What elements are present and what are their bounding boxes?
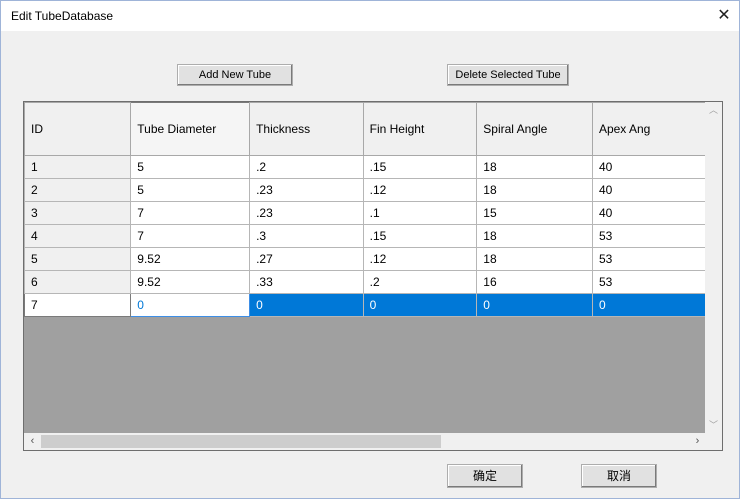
table-cell[interactable]: 0 xyxy=(362,293,478,317)
row-header-cell[interactable]: 1 xyxy=(24,155,132,179)
close-icon[interactable]: ✕ xyxy=(715,7,733,25)
row-header-cell[interactable]: 7 xyxy=(24,293,132,317)
row-header-cell[interactable]: 3 xyxy=(24,201,132,225)
column-header-tube-diameter[interactable]: Tube Diameter xyxy=(130,102,251,156)
title-bar: Edit TubeDatabase ✕ xyxy=(1,1,739,31)
table-cell[interactable]: 15 xyxy=(476,201,593,225)
table-row[interactable]: 3 7.23.1 15 40 xyxy=(24,201,706,225)
table-cell[interactable]: 40 xyxy=(591,178,706,202)
tube-data-grid: ID Tube Diameter Thickness Fin Height Sp… xyxy=(23,101,723,451)
column-header-fin-height[interactable]: Fin Height xyxy=(362,102,478,156)
column-header-id[interactable]: ID xyxy=(24,102,132,156)
column-header-spiral-angle[interactable]: Spiral Angle xyxy=(476,102,593,156)
table-cell[interactable]: 5 xyxy=(130,155,251,179)
table-cell[interactable]: 18 xyxy=(476,224,593,248)
table-cell[interactable]: .15 xyxy=(362,224,478,248)
scroll-right-icon[interactable]: › xyxy=(689,433,706,450)
cancel-button[interactable]: 取消 xyxy=(581,464,657,488)
window-title: Edit TubeDatabase xyxy=(11,9,114,23)
row-header-cell[interactable]: 4 xyxy=(24,224,132,248)
table-cell[interactable]: .2 xyxy=(249,155,364,179)
table-cell[interactable]: 16 xyxy=(476,270,593,294)
table-cell[interactable]: .1 xyxy=(362,201,478,225)
table-cell[interactable]: .12 xyxy=(362,178,478,202)
table-cell[interactable]: 5 xyxy=(130,178,251,202)
table-row[interactable]: 5 9.52.27.12 18 53 xyxy=(24,247,706,271)
table-cell[interactable]: 9.52 xyxy=(130,247,251,271)
table-cell[interactable]: 0 xyxy=(476,293,593,317)
table-row[interactable]: 2 5.23.12 18 40 xyxy=(24,178,706,202)
horizontal-scrollbar[interactable]: ‹ › xyxy=(24,433,706,450)
table-cell[interactable]: 40 xyxy=(591,201,706,225)
scroll-left-icon[interactable]: ‹ xyxy=(24,433,41,450)
vertical-scrollbar[interactable]: ︿ ﹀ xyxy=(705,102,722,434)
table-cell[interactable]: 18 xyxy=(476,178,593,202)
table-cell[interactable]: .27 xyxy=(249,247,364,271)
table-row[interactable]: 6 9.52.33.2 16 53 xyxy=(24,270,706,294)
table-cell[interactable]: 9.52 xyxy=(130,270,251,294)
table-cell[interactable]: 0 xyxy=(249,293,364,317)
table-cell[interactable]: .23 xyxy=(249,201,364,225)
header-row: ID Tube Diameter Thickness Fin Height Sp… xyxy=(24,102,706,156)
table-cell[interactable]: .33 xyxy=(249,270,364,294)
table-cell[interactable]: .23 xyxy=(249,178,364,202)
ok-button[interactable]: 确定 xyxy=(447,464,523,488)
table-cell[interactable]: .2 xyxy=(362,270,478,294)
table-row[interactable]: 4 7.3.15 18 53 xyxy=(24,224,706,248)
scroll-down-icon[interactable]: ﹀ xyxy=(705,417,722,434)
table-cell[interactable]: 7 xyxy=(130,224,251,248)
horizontal-scroll-thumb[interactable] xyxy=(41,435,441,448)
grid-viewport: ID Tube Diameter Thickness Fin Height Sp… xyxy=(24,102,706,434)
table-cell[interactable]: .15 xyxy=(362,155,478,179)
table-cell[interactable]: 40 xyxy=(591,155,706,179)
row-header-cell[interactable]: 6 xyxy=(24,270,132,294)
edit-tubedatabase-dialog: Edit TubeDatabase ✕ Add New Tube Delete … xyxy=(0,0,740,499)
table-cell[interactable]: 0 xyxy=(130,293,251,317)
scrollbar-corner xyxy=(705,433,722,450)
table-cell[interactable]: 0 xyxy=(591,293,706,317)
table-row[interactable]: 700000 xyxy=(24,293,706,317)
row-header-cell[interactable]: 2 xyxy=(24,178,132,202)
table-cell[interactable]: .3 xyxy=(249,224,364,248)
column-header-thickness[interactable]: Thickness xyxy=(249,102,364,156)
grid-table: ID Tube Diameter Thickness Fin Height Sp… xyxy=(24,102,706,317)
add-new-tube-button[interactable]: Add New Tube xyxy=(177,64,293,86)
column-header-apex-angle[interactable]: Apex Ang xyxy=(591,102,706,156)
table-cell[interactable]: 7 xyxy=(130,201,251,225)
table-cell[interactable]: 18 xyxy=(476,247,593,271)
delete-selected-tube-button[interactable]: Delete Selected Tube xyxy=(447,64,569,86)
table-row[interactable]: 1 5.2.15 18 40 xyxy=(24,155,706,179)
row-header-cell[interactable]: 5 xyxy=(24,247,132,271)
scroll-up-icon[interactable]: ︿ xyxy=(705,102,722,119)
table-cell[interactable]: 53 xyxy=(591,247,706,271)
table-cell[interactable]: .12 xyxy=(362,247,478,271)
table-cell[interactable]: 53 xyxy=(591,224,706,248)
table-cell[interactable]: 18 xyxy=(476,155,593,179)
table-cell[interactable]: 53 xyxy=(591,270,706,294)
